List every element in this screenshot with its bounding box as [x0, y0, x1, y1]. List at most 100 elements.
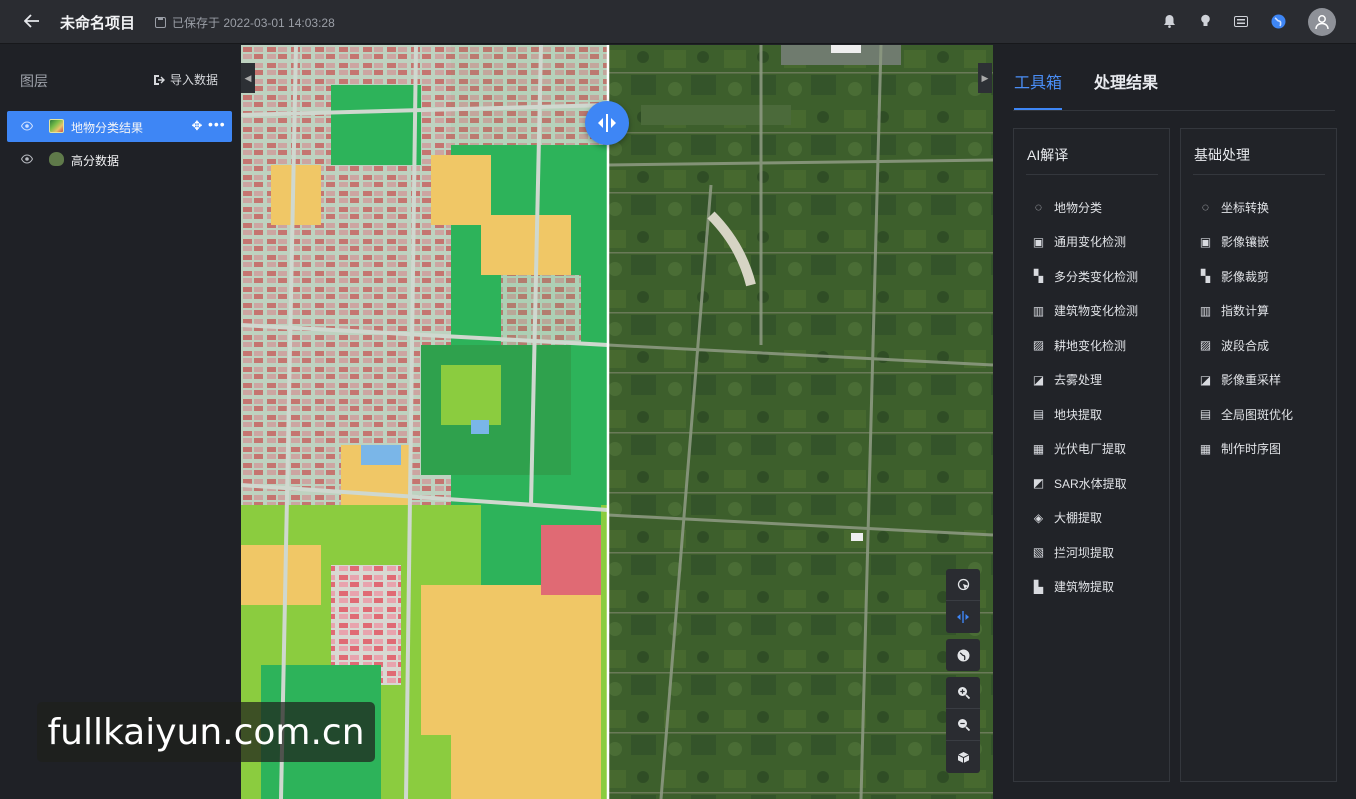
dam-icon: ▧ — [1032, 545, 1045, 559]
tool-item[interactable]: ▤ 地块提取 — [1031, 405, 1102, 423]
classification-icon: ◌ — [1034, 200, 1043, 214]
tool-item[interactable]: ▦ 制作时序图 — [1198, 440, 1281, 458]
tool-item[interactable]: ▦ 光伏电厂提取 — [1031, 440, 1126, 458]
building-change-icon: ▥ — [1032, 303, 1045, 318]
greenhouse-icon: ◈ — [1033, 510, 1044, 525]
tool-label: 地物分类 — [1054, 200, 1103, 215]
tool-item[interactable]: ▣ 影像镶嵌 — [1198, 233, 1269, 251]
coordinate-icon: ◌ — [1201, 200, 1210, 214]
tool-label: 光伏电厂提取 — [1054, 442, 1127, 456]
building-icon: ▙ — [1033, 579, 1044, 594]
tool-label: 坐标转换 — [1221, 200, 1270, 215]
tool-label: 指数计算 — [1221, 304, 1270, 318]
tool-label: 去雾处理 — [1054, 373, 1103, 387]
tool-item[interactable]: ◩ SAR水体提取 — [1031, 474, 1127, 492]
active-tab-indicator — [1014, 108, 1062, 110]
bell-icon[interactable] — [1161, 13, 1177, 29]
user-avatar-icon[interactable] — [1308, 8, 1336, 36]
map-tool-group-1 — [946, 569, 980, 633]
tool-item[interactable]: ◈ 大棚提取 — [1031, 509, 1102, 527]
3d-cube-icon[interactable] — [946, 741, 980, 773]
tab-results[interactable]: 处理结果 — [1094, 69, 1158, 93]
band-compose-icon: ▨ — [1199, 338, 1212, 352]
import-data-label: 导入数据 — [170, 73, 219, 87]
project-title[interactable]: 未命名项目 — [60, 12, 135, 33]
tool-item[interactable]: ◌ 坐标转换 — [1198, 198, 1269, 216]
map-tool-group-2 — [946, 639, 980, 671]
layer-item-highres[interactable]: 高分数据 — [7, 144, 232, 175]
tool-item[interactable]: ▧ 拦河坝提取 — [1031, 543, 1114, 561]
import-icon — [154, 74, 165, 85]
basic-processing-column: 基础处理 ◌ 坐标转换 ▣ 影像镶嵌 ▚ 影像裁剪 ▥ 指数计算 ▨ 波段合成 ◪ 影像重采样 ▤ 全局图… — [1180, 128, 1337, 782]
import-data-button[interactable]: 导入数据 — [153, 71, 218, 88]
toolbox-panel: 工具箱 处理结果 AI解译 ◌ 地物分类 ▣ 通用变化检测 ▚ 多分类变化检测 ▥ 建筑物变化… — [993, 45, 1356, 799]
tab-divider — [1013, 110, 1335, 111]
tool-label: 制作时序图 — [1221, 442, 1282, 456]
tool-label: 影像重采样 — [1221, 373, 1282, 387]
basic-column-title: 基础处理 — [1194, 147, 1250, 163]
crop-icon: ▚ — [1200, 269, 1211, 283]
tool-label: 影像裁剪 — [1221, 269, 1270, 284]
tool-item[interactable]: ▨ 耕地变化检测 — [1031, 336, 1126, 354]
layer-item-classification[interactable]: 地物分类结果 ✥ ••• — [7, 111, 232, 142]
top-bar: 未命名项目 已保存于 2022-03-01 14:03:28 — [0, 0, 1356, 44]
column-divider — [1193, 174, 1325, 175]
zoom-out-icon[interactable] — [946, 709, 980, 741]
tab-toolbox[interactable]: 工具箱 — [1014, 69, 1062, 93]
tool-item[interactable]: ▚ 影像裁剪 — [1198, 267, 1269, 285]
visibility-eye-icon[interactable] — [21, 154, 33, 164]
ai-interpretation-column: AI解译 ◌ 地物分类 ▣ 通用变化检测 ▚ 多分类变化检测 ▥ 建筑物变化检测 ▨ 耕地变化检测… — [1013, 128, 1170, 782]
timeseries-icon: ▦ — [1199, 441, 1212, 456]
ai-column-title: AI解译 — [1027, 147, 1069, 163]
globe-icon[interactable] — [946, 639, 980, 671]
sar-water-icon: ◩ — [1032, 476, 1045, 490]
resample-icon: ◪ — [1199, 372, 1212, 387]
column-divider — [1026, 174, 1158, 175]
zoom-in-icon[interactable] — [946, 677, 980, 709]
visibility-eye-icon[interactable] — [21, 121, 33, 131]
tool-label: 拦河坝提取 — [1054, 545, 1115, 560]
tool-label: 地块提取 — [1054, 407, 1103, 422]
keyboard-icon[interactable] — [1233, 13, 1249, 29]
tool-item[interactable]: ◪ 去雾处理 — [1031, 371, 1102, 389]
globe-icon[interactable] — [1270, 13, 1286, 29]
layer-name: 地物分类结果 — [71, 121, 144, 135]
layer-thumbnail-icon — [49, 152, 64, 166]
tool-item[interactable]: ▥ 指数计算 — [1198, 302, 1269, 320]
drag-move-icon[interactable]: ✥ — [190, 119, 204, 133]
more-options-icon[interactable]: ••• — [208, 117, 225, 131]
farmland-change-icon: ▨ — [1032, 338, 1045, 352]
tool-label: 影像镶嵌 — [1221, 235, 1270, 249]
tool-label: 大棚提取 — [1054, 511, 1103, 525]
tool-item[interactable]: ▣ 通用变化检测 — [1031, 233, 1126, 251]
tool-item[interactable]: ▤ 全局图斑优化 — [1198, 405, 1293, 423]
tool-label: 多分类变化检测 — [1054, 269, 1139, 284]
lightbulb-icon[interactable] — [1197, 13, 1213, 29]
collapse-left-panel-button[interactable]: ◀ — [241, 63, 255, 93]
map-viewport[interactable] — [241, 45, 993, 799]
tool-item[interactable]: ◌ 地物分类 — [1031, 198, 1102, 216]
save-status: 已保存于 2022-03-01 14:03:28 — [155, 14, 335, 31]
tool-item[interactable]: ▚ 多分类变化检测 — [1031, 267, 1138, 285]
tool-item[interactable]: ▥ 建筑物变化检测 — [1031, 302, 1138, 320]
patch-optimize-icon: ▤ — [1199, 407, 1212, 421]
layers-panel: 图层 导入数据 地物分类结果 ✥ ••• 高分数据 — [0, 45, 241, 799]
split-icon[interactable] — [946, 601, 980, 633]
tool-item[interactable]: ▙ 建筑物提取 — [1031, 578, 1114, 596]
layers-panel-title: 图层 — [20, 73, 48, 89]
mosaic-icon: ▣ — [1199, 234, 1212, 249]
save-status-text: 已保存于 2022-03-01 14:03:28 — [172, 16, 335, 30]
pointer-icon[interactable] — [946, 569, 980, 601]
tool-item[interactable]: ◪ 影像重采样 — [1198, 371, 1281, 389]
layer-name: 高分数据 — [71, 154, 120, 168]
multi-change-icon: ▚ — [1033, 269, 1044, 283]
back-arrow-icon[interactable] — [22, 11, 42, 31]
parcel-icon: ▤ — [1032, 407, 1045, 421]
tool-label: 建筑物提取 — [1054, 580, 1115, 594]
tool-label: 建筑物变化检测 — [1054, 304, 1139, 318]
tool-item[interactable]: ▨ 波段合成 — [1198, 336, 1269, 354]
tool-label: 通用变化检测 — [1054, 235, 1127, 249]
map-canvas — [241, 45, 993, 799]
collapse-right-panel-button[interactable]: ▶ — [978, 63, 992, 93]
split-compare-handle[interactable] — [585, 101, 629, 145]
